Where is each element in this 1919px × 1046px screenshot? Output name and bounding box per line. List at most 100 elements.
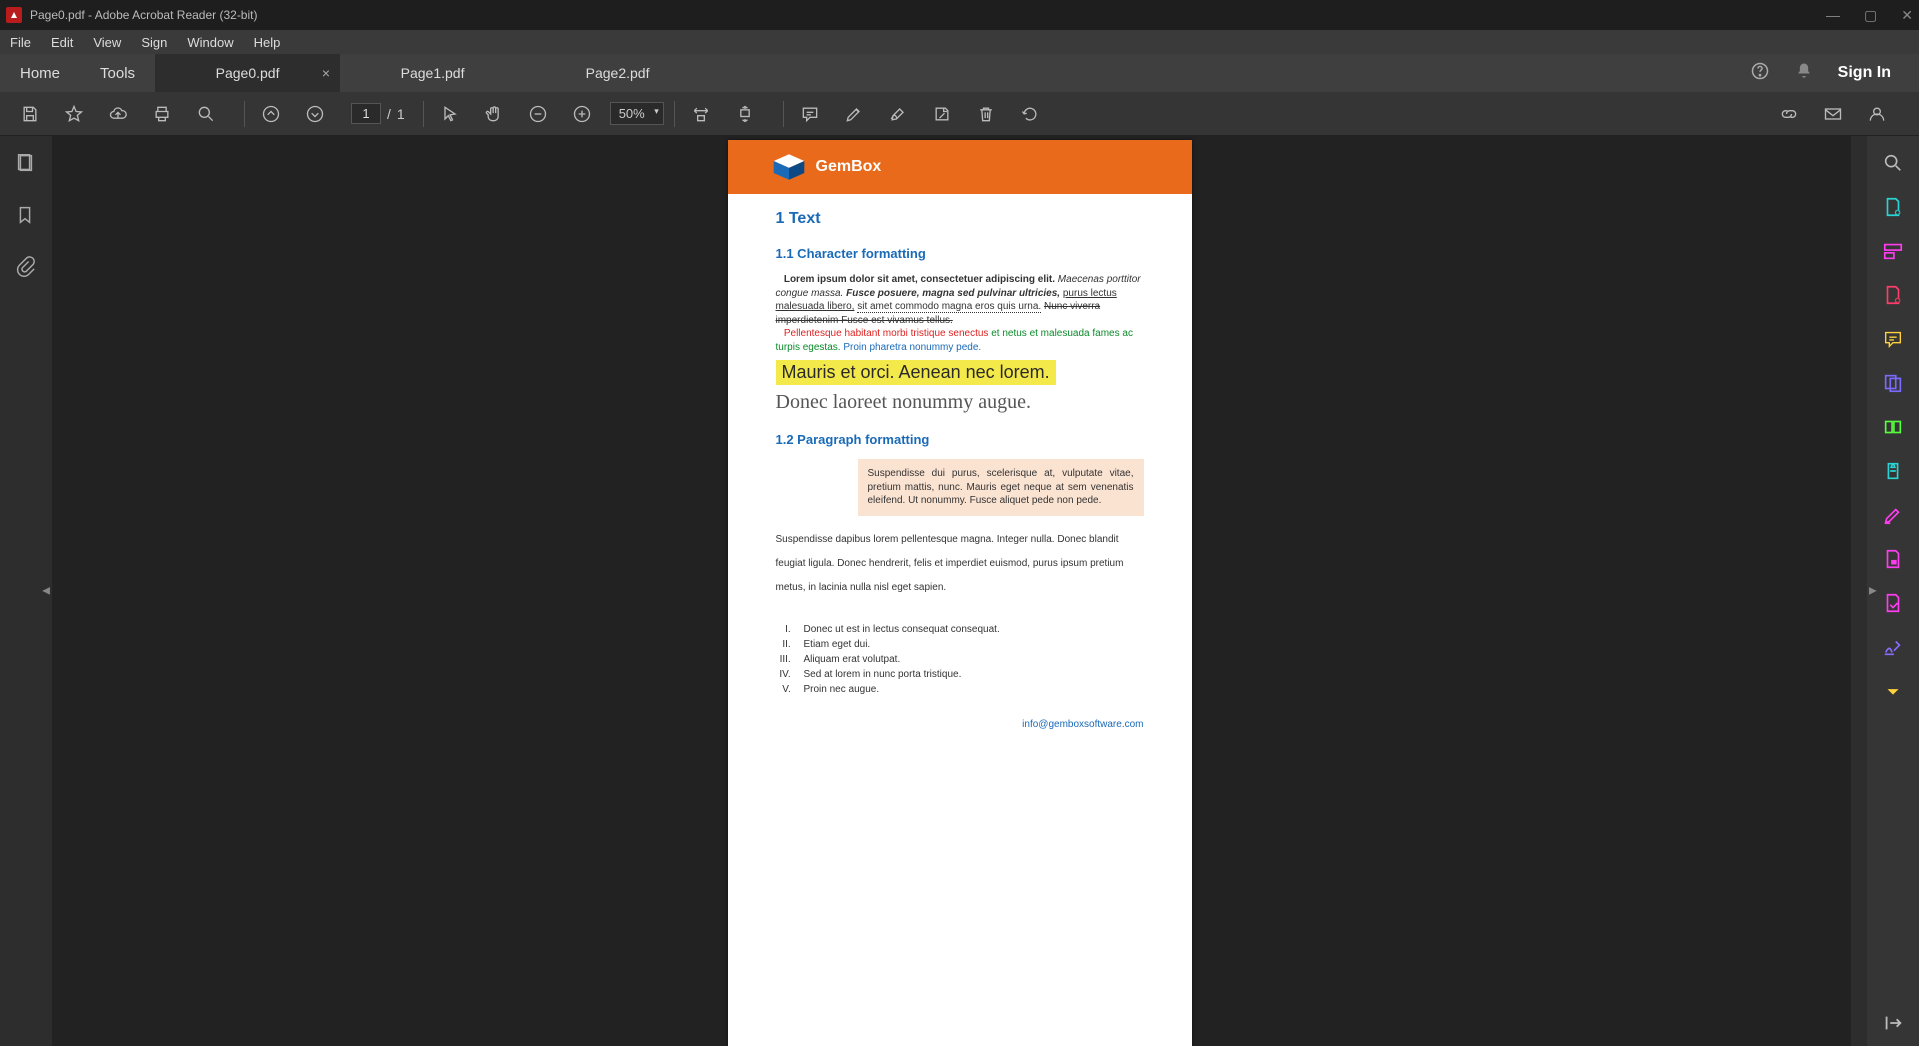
section-heading-1-2: 1.2 Paragraph formatting [776, 432, 1144, 447]
brand-label: GemBox [816, 158, 882, 176]
zoom-in-icon[interactable] [566, 98, 598, 130]
list-item: Proin nec augue. [794, 684, 1144, 695]
page-number: / 1 [351, 103, 405, 124]
scrollbar[interactable] [1851, 136, 1867, 1046]
tools-tab[interactable]: Tools [80, 54, 155, 92]
zoom-out-icon[interactable] [522, 98, 554, 130]
char-format-paragraph: Lorem ipsum dolor sit amet, consectetuer… [776, 273, 1144, 354]
section-heading-1: 1 Text [776, 210, 1144, 228]
toolbar: / 1 50% [0, 92, 1919, 136]
edit-pdf-icon[interactable] [1882, 240, 1904, 262]
create-pdf-icon[interactable] [1882, 284, 1904, 306]
delete-icon[interactable] [970, 98, 1002, 130]
menu-edit[interactable]: Edit [51, 35, 73, 50]
page-sep: / [387, 106, 391, 122]
acrobat-icon [6, 7, 22, 23]
menu-view[interactable]: View [93, 35, 121, 50]
scroll-mode-icon[interactable] [729, 98, 761, 130]
compress-pdf-icon[interactable] [1882, 460, 1904, 482]
collapse-rail-icon[interactable] [1882, 1012, 1904, 1034]
document-viewport[interactable]: GemBox 1 Text 1.1 Character formatting L… [52, 136, 1867, 1046]
signin-button[interactable]: Sign In [1838, 64, 1891, 82]
thumbnails-icon[interactable] [14, 152, 38, 176]
menu-window[interactable]: Window [187, 35, 233, 50]
pdf-page: GemBox 1 Text 1.1 Character formatting L… [728, 140, 1192, 1046]
rotate-icon[interactable] [1014, 98, 1046, 130]
hand-icon[interactable] [478, 98, 510, 130]
document-tab-0[interactable]: Page0.pdf × [155, 54, 340, 92]
list-item: Donec ut est in lectus consequat consequ… [794, 624, 1144, 635]
email-icon[interactable] [1817, 98, 1849, 130]
highlight-pen-icon[interactable] [838, 98, 870, 130]
account-icon[interactable] [1861, 98, 1893, 130]
titlebar: Page0.pdf - Adobe Acrobat Reader (32-bit… [0, 0, 1919, 30]
sign-pen-icon[interactable] [882, 98, 914, 130]
right-tools-rail: ▶ [1867, 136, 1919, 1046]
footer-email: info@gemboxsoftware.com [776, 719, 1144, 730]
close-tab-icon[interactable]: × [322, 65, 330, 81]
window-title: Page0.pdf - Adobe Acrobat Reader (32-bit… [30, 8, 257, 22]
document-tab-1[interactable]: Page1.pdf [340, 54, 525, 92]
list-item: Aliquam erat volutpat. [794, 654, 1144, 665]
home-tab[interactable]: Home [0, 54, 80, 92]
menu-sign[interactable]: Sign [141, 35, 167, 50]
workspace: ◀ GemBox 1 Text 1.1 Character formatting… [0, 136, 1919, 1046]
fit-width-icon[interactable] [685, 98, 717, 130]
select-arrow-icon[interactable] [434, 98, 466, 130]
fill-sign-icon[interactable] [1882, 592, 1904, 614]
help-icon[interactable] [1750, 61, 1770, 86]
page-total: 1 [397, 106, 405, 122]
separator [423, 101, 424, 127]
double-spaced-paragraph: Suspendisse dapibus lorem pellentesque m… [776, 528, 1144, 600]
list-item: Sed at lorem in nunc porta tristique. [794, 669, 1144, 680]
gembox-logo-icon [772, 152, 806, 182]
page-input[interactable] [351, 103, 381, 124]
zoom-select[interactable]: 50% [610, 102, 664, 125]
cursive-text: Donec laoreet nonummy augue. [776, 391, 1144, 414]
expand-right-rail-icon[interactable]: ▶ [1869, 586, 1877, 597]
email-link[interactable]: info@gemboxsoftware.com [1022, 719, 1143, 730]
page-down-icon[interactable] [299, 98, 331, 130]
document-tab-label: Page1.pdf [401, 65, 465, 81]
print-icon[interactable] [146, 98, 178, 130]
link-icon[interactable] [1773, 98, 1805, 130]
tab-strip: Home Tools Page0.pdf × Page1.pdf Page2.p… [0, 54, 1919, 92]
highlighted-text: Mauris et orci. Aenean nec lorem. [776, 360, 1056, 385]
save-icon[interactable] [14, 98, 46, 130]
document-tab-label: Page0.pdf [216, 65, 280, 81]
find-icon[interactable] [190, 98, 222, 130]
cloud-upload-icon[interactable] [102, 98, 134, 130]
menu-file[interactable]: File [10, 35, 31, 50]
document-tab-2[interactable]: Page2.pdf [525, 54, 710, 92]
menu-help[interactable]: Help [254, 35, 281, 50]
expand-left-rail-icon[interactable]: ◀ [42, 586, 50, 597]
stamp-icon[interactable] [926, 98, 958, 130]
page-header: GemBox [728, 140, 1192, 194]
attachment-icon[interactable] [14, 256, 38, 280]
separator [783, 101, 784, 127]
redact-icon[interactable] [1882, 504, 1904, 526]
minimize-button[interactable]: ― [1826, 7, 1840, 24]
document-tab-label: Page2.pdf [586, 65, 650, 81]
maximize-button[interactable]: ▢ [1864, 7, 1877, 24]
combine-files-icon[interactable] [1882, 372, 1904, 394]
justified-box: Suspendisse dui purus, scelerisque at, v… [858, 459, 1144, 516]
protect-pdf-icon[interactable] [1882, 548, 1904, 570]
bookmark-icon[interactable] [14, 204, 38, 228]
bell-icon[interactable] [1794, 61, 1814, 86]
more-tools-icon[interactable] [1882, 680, 1904, 702]
close-button[interactable]: ✕ [1901, 7, 1913, 24]
star-icon[interactable] [58, 98, 90, 130]
left-nav-rail: ◀ [0, 136, 52, 1046]
export-pdf-icon[interactable] [1882, 196, 1904, 218]
comment-icon[interactable] [794, 98, 826, 130]
organize-pages-icon[interactable] [1882, 416, 1904, 438]
separator [674, 101, 675, 127]
section-heading-1-1: 1.1 Character formatting [776, 246, 1144, 261]
menubar: File Edit View Sign Window Help [0, 30, 1919, 54]
comment-tool-icon[interactable] [1882, 328, 1904, 350]
list-item: Etiam eget dui. [794, 639, 1144, 650]
sign-tool-icon[interactable] [1882, 636, 1904, 658]
search-tool-icon[interactable] [1882, 152, 1904, 174]
page-up-icon[interactable] [255, 98, 287, 130]
